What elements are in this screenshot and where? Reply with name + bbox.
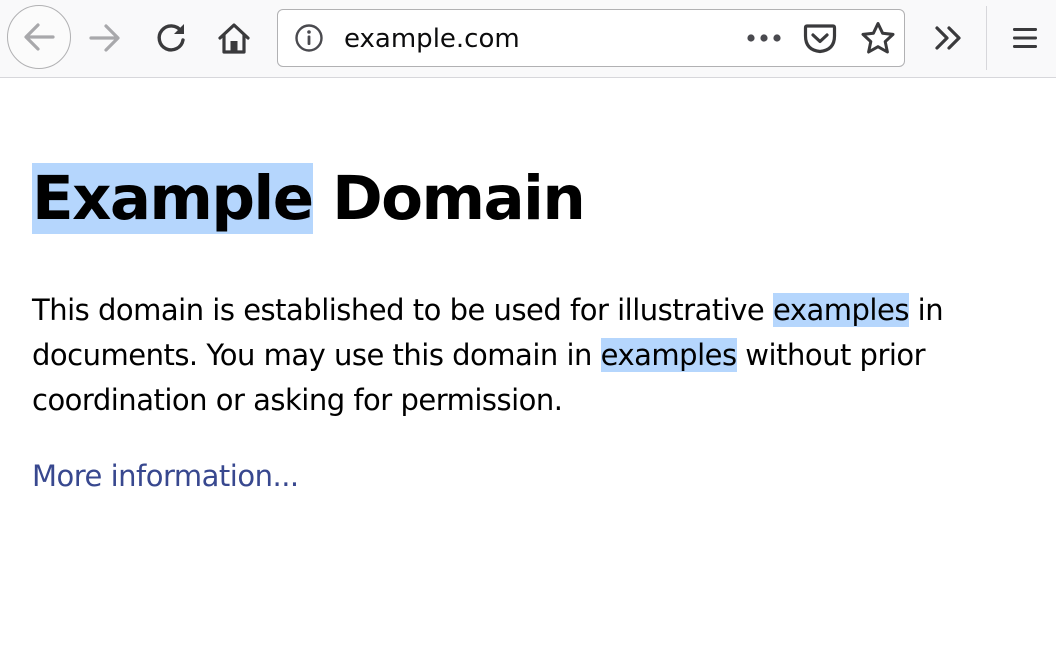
page-content: Example Domain This domain is establishe… bbox=[32, 78, 1056, 662]
reload-button[interactable] bbox=[146, 12, 196, 64]
home-icon bbox=[218, 23, 250, 54]
hamburger-menu-icon bbox=[1013, 28, 1037, 48]
forward-button[interactable] bbox=[80, 12, 130, 64]
arrow-right-icon bbox=[89, 24, 120, 52]
info-icon[interactable] bbox=[294, 23, 324, 53]
paragraph-highlight-2: examples bbox=[600, 338, 737, 372]
url-bar[interactable]: example.com bbox=[277, 9, 905, 67]
heading-rest: Domain bbox=[312, 163, 586, 234]
browser-toolbar: example.com bbox=[0, 0, 1056, 78]
reload-icon bbox=[157, 24, 185, 52]
home-button[interactable] bbox=[209, 12, 259, 64]
more-information-link[interactable]: More information... bbox=[32, 455, 299, 497]
description-paragraph: This domain is established to be used fo… bbox=[32, 288, 1022, 423]
arrow-left-icon bbox=[24, 23, 55, 51]
back-button[interactable] bbox=[7, 5, 71, 69]
more-dots-icon[interactable] bbox=[744, 22, 784, 54]
menu-button[interactable] bbox=[1000, 14, 1050, 62]
toolbar-separator bbox=[986, 6, 987, 70]
paragraph-highlight-1: examples bbox=[773, 293, 909, 327]
pocket-icon[interactable] bbox=[800, 21, 840, 55]
page-heading: Example Domain bbox=[32, 155, 586, 243]
paragraph-text-1: This domain is established to be used fo… bbox=[32, 293, 773, 327]
star-icon[interactable] bbox=[858, 21, 898, 55]
url-text[interactable]: example.com bbox=[344, 24, 520, 54]
overflow-button[interactable] bbox=[924, 14, 974, 62]
chevron-double-right-icon bbox=[935, 26, 961, 50]
heading-highlighted-word: Example bbox=[32, 163, 314, 234]
